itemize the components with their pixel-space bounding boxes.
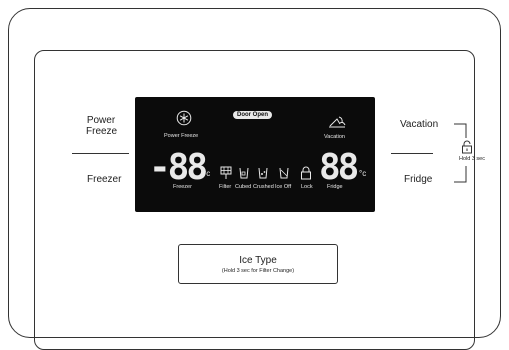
vacation-indicator-label: Vacation: [324, 134, 345, 140]
fridge-temperature-digits: 88: [319, 147, 359, 188]
cubed-ice-icon: [239, 167, 249, 179]
power-freeze-button-line2: Freeze: [86, 126, 118, 137]
lock-icon: [462, 140, 472, 154]
fridge-button[interactable]: Fridge: [404, 174, 432, 185]
freezer-unit: °c: [203, 169, 211, 178]
ice-type-title: Ice Type: [239, 255, 277, 266]
lock-indicator-label: Lock: [301, 184, 313, 190]
lock-bracket: [454, 123, 467, 183]
control-display: Door Open Power Freeze Vacation -88 °c F…: [135, 97, 375, 212]
filter-icon: [220, 166, 232, 179]
cubed-indicator-label: Cubed: [235, 184, 252, 190]
fridge-indicator-label: Fridge: [327, 184, 343, 190]
display-lock-icon: [301, 166, 311, 180]
snowflake-icon: [176, 110, 192, 126]
power-freeze-button-line1: Power: [86, 115, 116, 126]
vacation-button[interactable]: Vacation: [400, 119, 438, 130]
ice-off-icon: [279, 167, 289, 179]
power-freeze-button[interactable]: Power Freeze: [86, 115, 118, 137]
power-freeze-indicator-label: Power Freeze: [164, 133, 199, 139]
fridge-unit: °c: [359, 169, 367, 178]
ice-off-indicator-label: Ice Off: [275, 184, 292, 190]
freezer-button[interactable]: Freezer: [87, 174, 121, 185]
crushed-ice-icon: [258, 167, 268, 179]
left-divider: [72, 153, 129, 154]
door-open-badge: Door Open: [233, 111, 272, 119]
crushed-indicator-label: Crushed: [253, 184, 274, 190]
right-divider: [391, 153, 433, 154]
freezer-indicator-label: Freezer: [173, 184, 192, 190]
hold-3-sec-label: Hold 3 sec: [459, 156, 485, 162]
ice-type-button[interactable]: Ice Type (Hold 3 sec for Filter Change): [178, 244, 338, 284]
vacation-icon: [329, 116, 346, 128]
lock-hold-group[interactable]: Hold 3 sec: [452, 120, 492, 190]
filter-indicator-label: Filter: [219, 184, 232, 190]
freezer-temperature-digits: -88: [149, 147, 208, 188]
ice-type-subtitle: (Hold 3 sec for Filter Change): [221, 268, 295, 274]
